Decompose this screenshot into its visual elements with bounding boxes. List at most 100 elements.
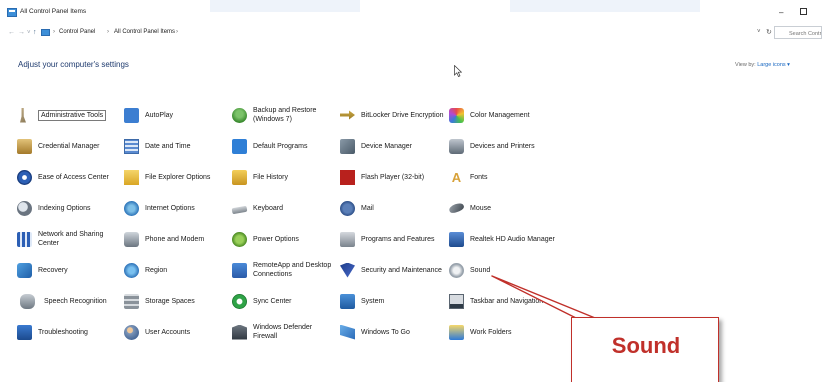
item-user-accounts[interactable]: User Accounts	[124, 319, 224, 345]
user-accounts-icon	[124, 324, 139, 340]
item-label: Taskbar and Navigation	[470, 297, 544, 305]
breadcrumb-all-items[interactable]: All Control Panel Items	[114, 29, 175, 35]
backup-restore-icon	[232, 107, 247, 123]
item-file-explorer-options[interactable]: File Explorer Options	[124, 164, 224, 190]
item-devices-printers[interactable]: Devices and Printers	[449, 133, 559, 159]
date-time-icon	[124, 138, 139, 154]
view-by-label: View by:	[735, 62, 756, 68]
minimize-button[interactable]: –	[779, 8, 783, 17]
item-windows-defender-firewall[interactable]: Windows Defender Firewall	[232, 319, 332, 345]
item-file-history[interactable]: File History	[232, 164, 332, 190]
item-date-time[interactable]: Date and Time	[124, 133, 224, 159]
item-label: Credential Manager	[38, 142, 100, 150]
item-taskbar-navigation[interactable]: Taskbar and Navigation	[449, 288, 559, 314]
item-label: Devices and Printers	[470, 142, 535, 150]
item-fonts[interactable]: A Fonts	[449, 164, 559, 190]
item-ease-of-access[interactable]: Ease of Access Center	[17, 164, 127, 190]
color-management-icon	[449, 107, 464, 123]
item-internet-options[interactable]: Internet Options	[124, 195, 224, 221]
ease-of-access-icon	[17, 169, 32, 185]
item-work-folders[interactable]: Work Folders	[449, 319, 559, 345]
administrative-tools-icon	[20, 107, 26, 123]
sync-center-icon	[232, 293, 247, 309]
item-label: Administrative Tools	[38, 109, 107, 121]
callout-text: Sound	[611, 333, 681, 358]
sound-icon	[449, 262, 464, 278]
up-button[interactable]: ↑	[33, 29, 37, 36]
item-sound[interactable]: Sound	[449, 257, 529, 283]
item-network-sharing[interactable]: Network and Sharing Center	[17, 226, 127, 252]
item-label: Device Manager	[361, 142, 412, 150]
windows-defender-firewall-icon	[232, 324, 247, 340]
region-icon	[124, 262, 139, 278]
security-maintenance-icon	[340, 262, 355, 278]
item-mail[interactable]: Mail	[340, 195, 450, 221]
default-programs-icon	[232, 138, 247, 154]
mail-icon	[340, 200, 355, 216]
item-label: Color Management	[470, 111, 530, 119]
item-remoteapp[interactable]: RemoteApp and Desktop Connections	[232, 257, 332, 283]
item-keyboard[interactable]: Keyboard	[231, 195, 332, 221]
item-phone-modem[interactable]: Phone and Modem	[124, 226, 224, 252]
item-label: Default Programs	[253, 142, 308, 150]
item-label: File Explorer Options	[145, 173, 211, 181]
back-button[interactable]: ←	[8, 29, 15, 36]
control-panel-icon	[41, 29, 50, 36]
phone-modem-icon	[124, 231, 139, 247]
item-default-programs[interactable]: Default Programs	[232, 133, 332, 159]
breadcrumb-separator: ›	[176, 29, 178, 35]
item-windows-to-go[interactable]: Windows To Go	[340, 319, 450, 345]
item-bitlocker[interactable]: BitLocker Drive Encryption	[340, 102, 450, 128]
devices-printers-icon	[449, 138, 464, 154]
item-administrative-tools[interactable]: Administrative Tools	[17, 102, 127, 128]
taskbar-navigation-icon	[449, 293, 464, 309]
item-device-manager[interactable]: Device Manager	[340, 133, 450, 159]
item-storage-spaces[interactable]: Storage Spaces	[124, 288, 224, 314]
forward-button[interactable]: →	[18, 29, 25, 36]
view-by-dropdown[interactable]: Large icons ▾	[757, 62, 790, 68]
item-label: Backup and Restore (Windows 7)	[253, 107, 317, 123]
address-dropdown-button[interactable]: ˅	[757, 29, 761, 35]
item-indexing-options[interactable]: Indexing Options	[17, 195, 127, 221]
item-label: Sync Center	[253, 297, 292, 305]
recent-locations-button[interactable]: ˅	[27, 30, 31, 36]
item-recovery[interactable]: Recovery	[17, 257, 127, 283]
item-label: AutoPlay	[145, 111, 174, 119]
item-label: Sound	[470, 266, 491, 274]
item-label: Realtek HD Audio Manager	[470, 235, 555, 243]
flash-player-icon	[340, 169, 355, 185]
breadcrumb-control-panel[interactable]: Control Panel	[59, 29, 95, 35]
search-input[interactable]	[774, 26, 822, 39]
item-region[interactable]: Region	[124, 257, 224, 283]
item-credential-manager[interactable]: Credential Manager	[17, 133, 127, 159]
work-folders-icon	[449, 324, 464, 340]
realtek-audio-icon	[449, 231, 464, 247]
item-realtek-audio[interactable]: Realtek HD Audio Manager	[449, 226, 569, 252]
item-label: Date and Time	[145, 142, 191, 150]
programs-features-icon	[340, 231, 355, 247]
speech-recognition-icon	[20, 293, 35, 309]
item-autoplay[interactable]: AutoPlay	[124, 102, 224, 128]
item-label: Programs and Features	[361, 235, 435, 243]
windows-to-go-icon	[340, 324, 355, 340]
item-label: Phone and Modem	[145, 235, 205, 243]
troubleshooting-icon	[17, 324, 32, 340]
autoplay-icon	[124, 107, 139, 123]
item-flash-player[interactable]: Flash Player (32-bit)	[340, 164, 450, 190]
item-troubleshooting[interactable]: Troubleshooting	[17, 319, 127, 345]
maximize-button[interactable]	[800, 8, 807, 15]
item-speech-recognition[interactable]: Speech Recognition	[17, 288, 127, 314]
item-security-maintenance[interactable]: Security and Maintenance	[340, 257, 450, 283]
item-programs-features[interactable]: Programs and Features	[340, 226, 450, 252]
item-label: Work Folders	[470, 328, 512, 336]
refresh-button[interactable]: ↻	[766, 28, 772, 36]
item-backup-restore[interactable]: Backup and Restore (Windows 7)	[232, 102, 332, 128]
item-system[interactable]: System	[340, 288, 450, 314]
window-title: All Control Panel Items	[20, 8, 87, 15]
item-sync-center[interactable]: Sync Center	[232, 288, 332, 314]
item-label: Flash Player (32-bit)	[361, 173, 425, 181]
item-power-options[interactable]: Power Options	[232, 226, 332, 252]
item-mouse[interactable]: Mouse	[448, 195, 559, 221]
item-color-management[interactable]: Color Management	[449, 102, 559, 128]
item-label: File History	[253, 173, 289, 181]
